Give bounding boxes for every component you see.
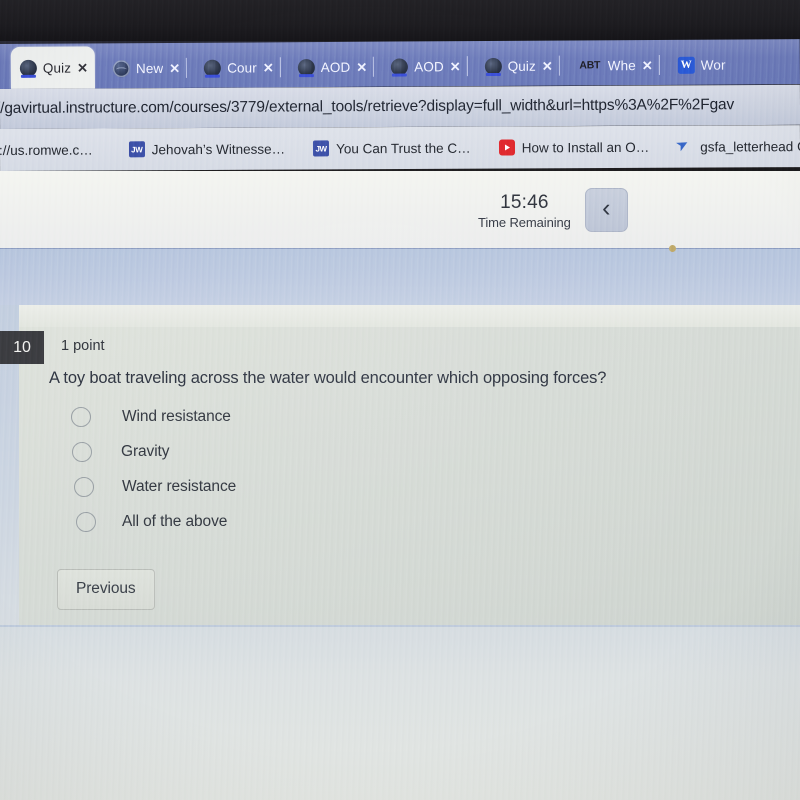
canvas-favicon-icon xyxy=(297,58,315,76)
browser-tab-new[interactable]: New ✕ xyxy=(104,48,188,89)
close-icon[interactable]: ✕ xyxy=(169,60,180,75)
timer-stack: 15:46 Time Remaining xyxy=(478,188,571,230)
tab-title: New xyxy=(135,60,164,76)
bookmark-label: How to Install an O… xyxy=(521,139,650,155)
time-remaining-label: Time Remaining xyxy=(478,215,571,230)
previous-button[interactable]: Previous xyxy=(57,569,155,610)
content-gap xyxy=(0,305,800,327)
canvas-favicon-icon xyxy=(391,58,409,76)
bookmark-label: You Can Trust the C… xyxy=(336,140,471,156)
quiz-divider-band xyxy=(0,245,800,305)
tab-title: Whe xyxy=(607,57,636,73)
time-remaining-value: 15:46 xyxy=(500,192,549,213)
tab-divider xyxy=(658,54,660,75)
bookmarks-bar: ://us.romwe.c… JW Jehovah’s Witnesse… JW… xyxy=(0,125,800,171)
question-number-badge: 10 xyxy=(0,331,44,364)
answer-option-gravity[interactable]: Gravity xyxy=(51,434,236,469)
browser-tab-quiz-2[interactable]: Quiz ✕ xyxy=(476,46,560,87)
tab-title: Quiz xyxy=(507,58,536,74)
bookmark-label: ://us.romwe.c… xyxy=(0,142,93,158)
answer-option-all-of-the-above[interactable]: All of the above xyxy=(51,504,236,539)
browser-tab-aod-1[interactable]: AOD ✕ xyxy=(289,47,375,88)
answer-options-list: Wind resistance Gravity Water resistance… xyxy=(51,399,236,539)
tab-divider xyxy=(373,56,375,77)
bookmark-how-to-install[interactable]: How to Install an O… xyxy=(488,139,661,156)
close-icon[interactable]: ✕ xyxy=(356,59,367,74)
tab-divider xyxy=(558,55,560,76)
tab-divider xyxy=(279,57,281,78)
close-icon[interactable]: ✕ xyxy=(263,60,274,75)
tab-title: Quiz xyxy=(42,60,72,76)
bookmark-label: Jehovah’s Witnesse… xyxy=(151,141,286,157)
tab-divider xyxy=(186,57,188,78)
canvas-favicon-icon xyxy=(204,59,222,77)
close-icon[interactable]: ✕ xyxy=(542,58,553,73)
screenshot-root: Quiz ✕ New ✕ Cour ✕ AOD ✕ AOD ✕ Quiz ✕ A… xyxy=(0,0,800,800)
youtube-icon xyxy=(498,139,515,156)
tab-title: AOD xyxy=(414,58,444,74)
answer-option-label: Wind resistance xyxy=(122,407,231,425)
collapse-chevron-left-icon[interactable]: ‹ xyxy=(584,188,628,232)
paper-plane-icon xyxy=(677,139,693,155)
jw-icon: JW xyxy=(313,140,330,157)
address-bar[interactable]: //gavirtual.instructure.com/courses/3779… xyxy=(0,84,800,129)
question-card: 10 1 point A toy boat traveling across t… xyxy=(0,327,800,625)
canvas-favicon-icon xyxy=(484,57,502,75)
url-text: //gavirtual.instructure.com/courses/3779… xyxy=(0,96,735,118)
answer-option-label: All of the above xyxy=(122,512,228,530)
quiz-header: 15:46 Time Remaining ‹ xyxy=(0,171,800,248)
browser-tab-word[interactable]: W Wor xyxy=(669,45,733,85)
timer-widget: 15:46 Time Remaining ‹ xyxy=(478,188,628,232)
close-icon[interactable]: ✕ xyxy=(642,58,653,73)
quiz-page: 15:46 Time Remaining ‹ 10 1 point A toy … xyxy=(0,171,800,800)
radio-button-icon[interactable] xyxy=(72,441,92,462)
radio-button-icon[interactable] xyxy=(76,511,96,532)
abt-favicon-icon: ABT xyxy=(579,59,601,72)
browser-tab-strip: Quiz ✕ New ✕ Cour ✕ AOD ✕ AOD ✕ Quiz ✕ A… xyxy=(0,39,800,89)
browser-tab-quiz-1[interactable]: Quiz ✕ xyxy=(10,46,96,89)
answer-option-wind-resistance[interactable]: Wind resistance xyxy=(51,399,236,434)
close-icon[interactable]: ✕ xyxy=(77,60,88,75)
answer-option-water-resistance[interactable]: Water resistance xyxy=(51,469,236,504)
browser-tab-aod-2[interactable]: AOD ✕ xyxy=(382,46,468,87)
question-text: A toy boat traveling across the water wo… xyxy=(49,369,607,387)
browser-tab-cour[interactable]: Cour ✕ xyxy=(195,47,281,88)
page-background-below-card xyxy=(0,625,800,800)
tab-title: AOD xyxy=(320,59,351,75)
question-points: 1 point xyxy=(61,338,105,354)
answer-option-label: Water resistance xyxy=(122,477,237,495)
canvas-favicon-icon xyxy=(19,59,37,77)
bookmark-jehovahs-witnesses[interactable]: JW Jehovah’s Witnesse… xyxy=(118,141,296,158)
bookmark-label: gsfa_letterhead GAf xyxy=(700,138,800,155)
bookmark-gsfa-letterhead[interactable]: gsfa_letterhead GAf xyxy=(666,138,800,155)
radio-button-icon[interactable] xyxy=(71,406,91,427)
bookmark-romwe[interactable]: ://us.romwe.c… xyxy=(0,142,104,158)
answer-option-label: Gravity xyxy=(121,442,170,460)
radio-button-icon[interactable] xyxy=(74,476,94,497)
word-favicon-icon: W xyxy=(677,56,695,74)
bookmark-you-can-trust[interactable]: JW You Can Trust the C… xyxy=(302,140,482,157)
browser-tab-whe[interactable]: ABT Whe ✕ xyxy=(569,45,660,86)
screen-dust-speck xyxy=(669,245,676,252)
jw-icon: JW xyxy=(128,141,145,158)
tab-title: Cour xyxy=(227,59,257,76)
close-icon[interactable]: ✕ xyxy=(450,59,461,74)
question-header-row: 10 1 point xyxy=(0,327,800,364)
monitor-bezel xyxy=(0,0,800,44)
tab-divider xyxy=(466,56,468,77)
tab-title: Wor xyxy=(700,57,726,73)
globe-favicon-icon xyxy=(112,59,131,77)
